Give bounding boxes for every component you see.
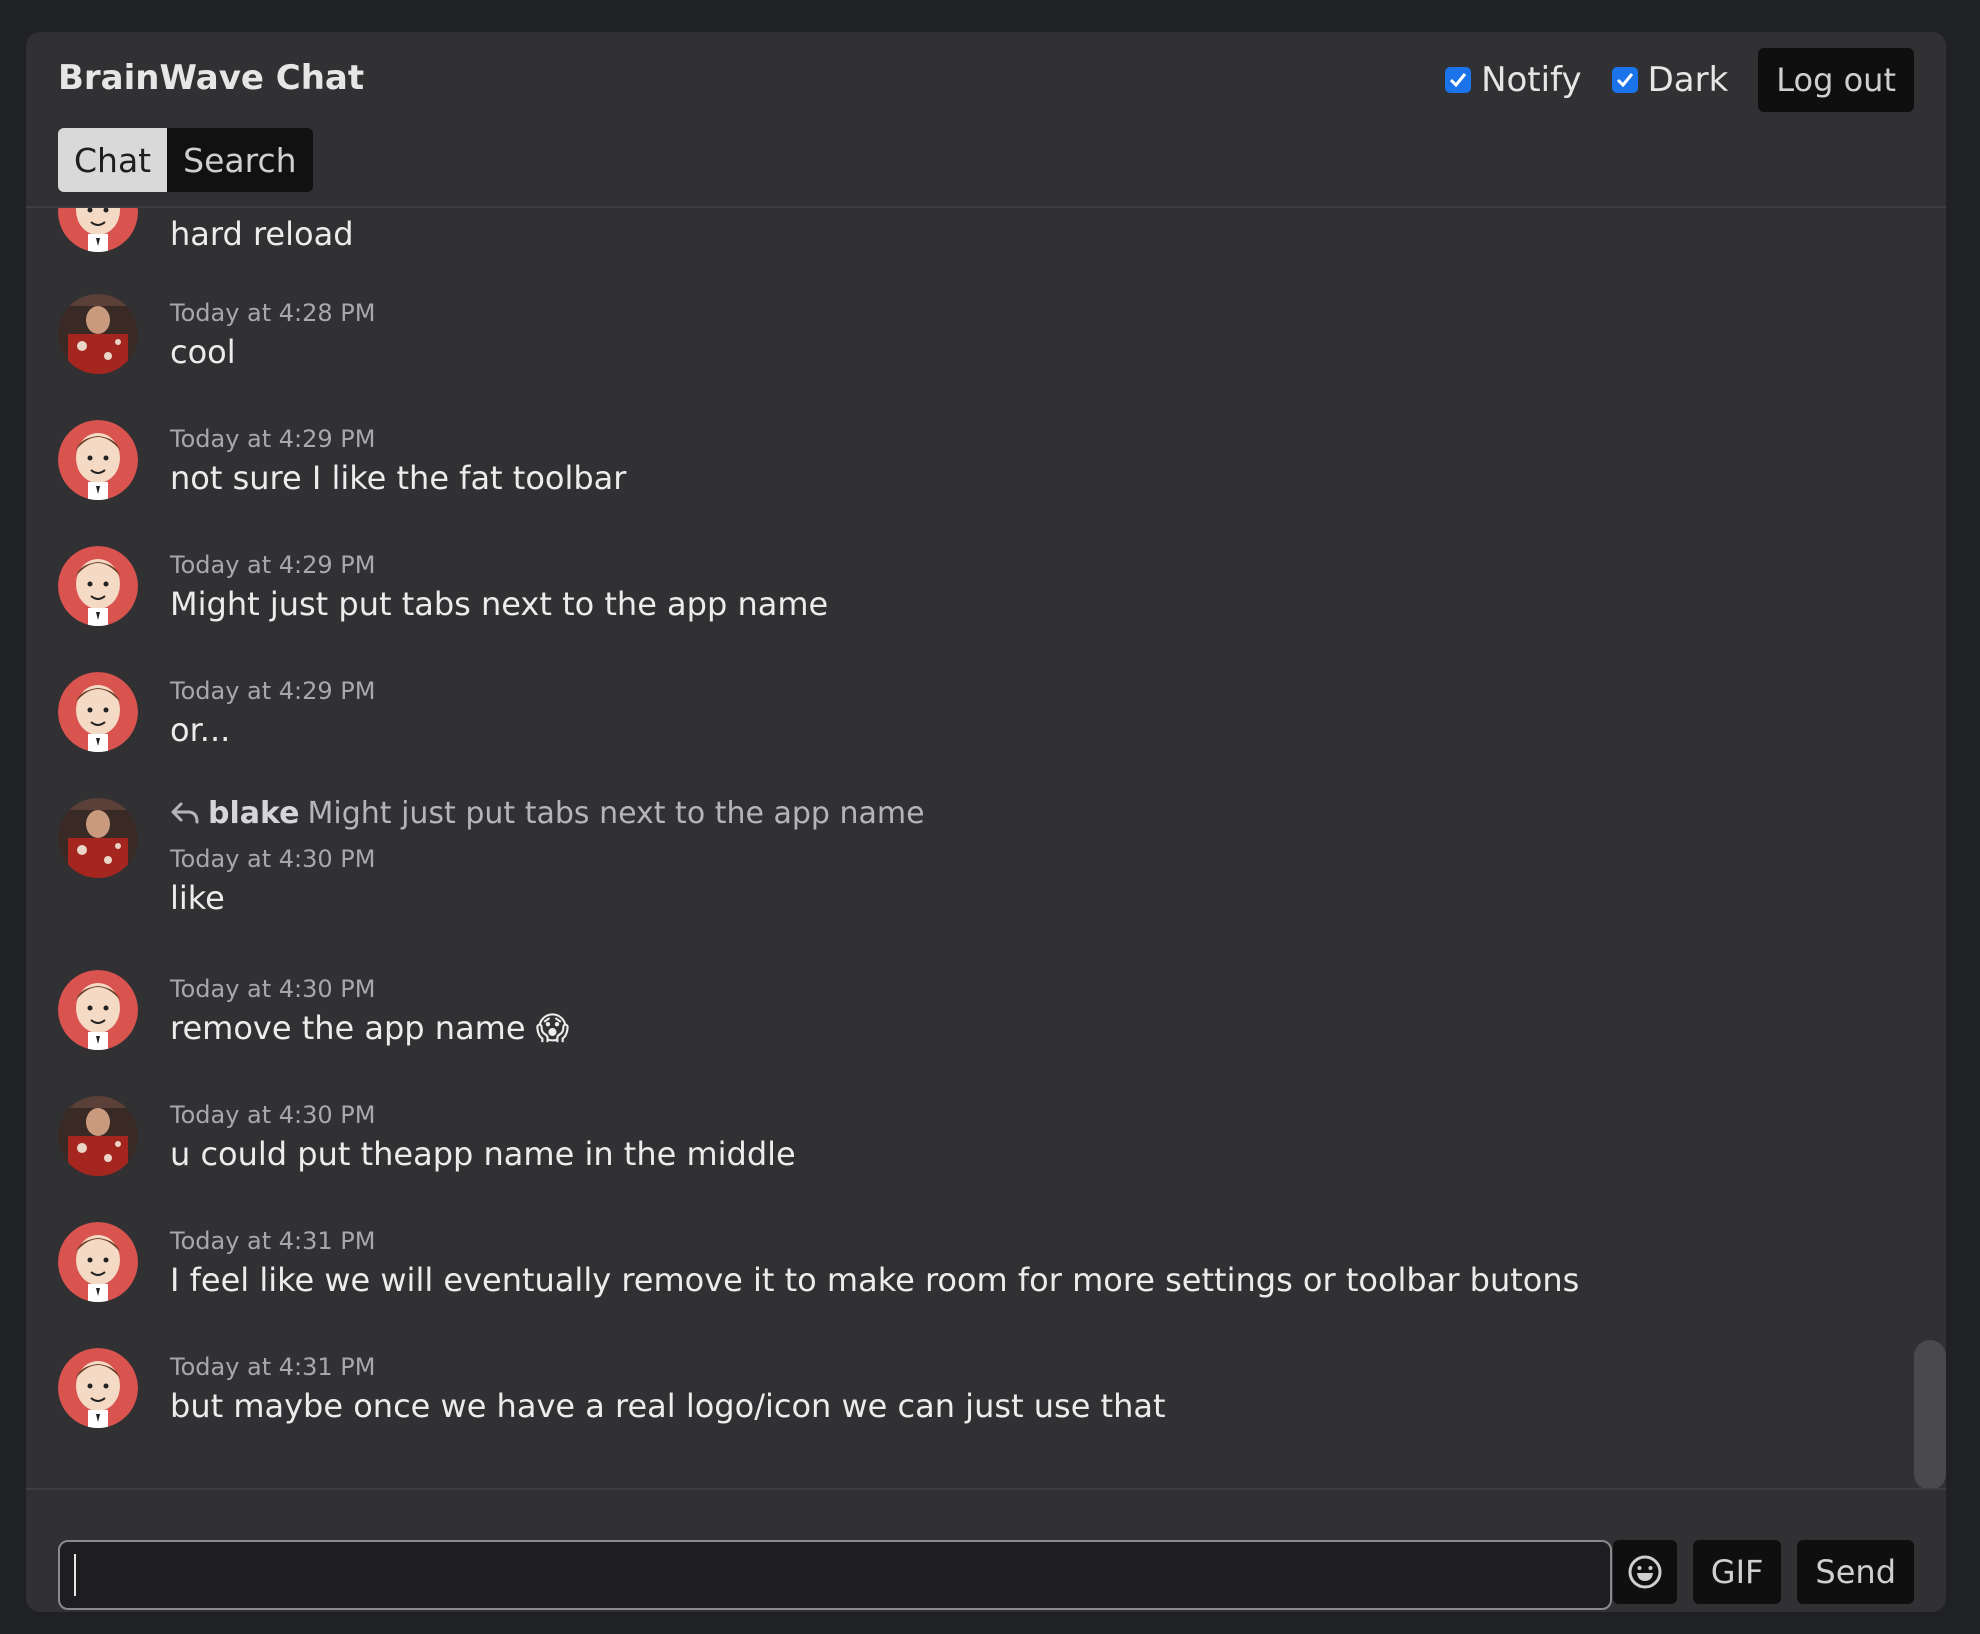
app-header: BrainWave Chat Notify Dark Log out Chat … <box>26 32 1946 208</box>
emoji-button[interactable] <box>1612 1540 1677 1604</box>
checkmark-icon <box>1450 73 1467 88</box>
text-caret <box>74 1554 76 1596</box>
message-text: cool <box>170 333 236 371</box>
photo-avatar[interactable] <box>58 798 138 878</box>
message-text: but maybe once we have a real logo/icon … <box>170 1387 1166 1425</box>
message-text-content: remove the app name <box>170 1009 526 1047</box>
message-list[interactable]: hard reload Today at 4:28 PM cool Today … <box>26 208 1946 1490</box>
reply-user: blake <box>208 796 300 831</box>
tab-search[interactable]: Search <box>167 128 313 192</box>
message-timestamp: Today at 4:29 PM <box>170 425 376 453</box>
smiley-icon <box>1628 1555 1662 1589</box>
message-scrollbar[interactable] <box>1914 1340 1946 1488</box>
cartoon-avatar[interactable] <box>58 1222 138 1302</box>
cartoon-avatar[interactable] <box>58 970 138 1050</box>
photo-avatar[interactable] <box>58 1096 138 1176</box>
message-timestamp: Today at 4:28 PM <box>170 299 376 327</box>
notify-toggle[interactable]: Notify <box>1445 60 1582 100</box>
cartoon-avatar[interactable] <box>58 420 138 500</box>
message-timestamp: Today at 4:29 PM <box>170 677 376 705</box>
dark-label: Dark <box>1647 60 1729 100</box>
dark-checkbox[interactable] <box>1611 67 1638 93</box>
dark-toggle[interactable]: Dark <box>1611 60 1729 100</box>
message-text: hard reload <box>170 215 354 253</box>
notify-checkbox[interactable] <box>1445 67 1472 93</box>
message-timestamp: Today at 4:31 PM <box>170 1353 376 1381</box>
message-timestamp: Today at 4:29 PM <box>170 551 376 579</box>
cartoon-avatar[interactable] <box>58 208 138 252</box>
message-text: like <box>170 879 225 917</box>
send-button[interactable]: Send <box>1797 1540 1914 1604</box>
message-text: I feel like we will eventually remove it… <box>170 1261 1580 1299</box>
chat-window: BrainWave Chat Notify Dark Log out Chat … <box>26 32 1946 1612</box>
message-input[interactable] <box>58 1540 1612 1610</box>
cartoon-avatar[interactable] <box>58 546 138 626</box>
logout-button[interactable]: Log out <box>1758 48 1914 112</box>
reply-icon <box>171 802 199 824</box>
checkmark-icon <box>1616 73 1633 88</box>
tab-bar: Chat Search <box>58 128 313 192</box>
message-text: remove the app name 😱 <box>170 1006 569 1050</box>
reply-text: Might just put tabs next to the app name <box>307 796 925 831</box>
message-text: not sure I like the fat toolbar <box>170 459 627 497</box>
cartoon-avatar[interactable] <box>58 672 138 752</box>
message-timestamp: Today at 4:31 PM <box>170 1227 376 1255</box>
cartoon-avatar[interactable] <box>58 1348 138 1428</box>
composer-buttons: GIF Send <box>1612 1540 1914 1604</box>
app-title: BrainWave Chat <box>58 58 365 98</box>
header-controls: Notify Dark Log out <box>1445 48 1914 112</box>
tab-chat[interactable]: Chat <box>58 128 168 192</box>
message-timestamp: Today at 4:30 PM <box>170 975 376 1003</box>
reply-reference[interactable]: blake Might just put tabs next to the ap… <box>170 792 925 836</box>
gif-button[interactable]: GIF <box>1692 1540 1782 1604</box>
message-text: Might just put tabs next to the app name <box>170 585 829 623</box>
message-text: u could put theapp name in the middle <box>170 1135 796 1173</box>
scream-emoji-icon: 😱 <box>535 1009 570 1047</box>
photo-avatar[interactable] <box>58 294 138 374</box>
message-text: or... <box>170 711 231 749</box>
message-timestamp: Today at 4:30 PM <box>170 845 376 873</box>
message-timestamp: Today at 4:30 PM <box>170 1101 376 1129</box>
message-composer: GIF Send <box>26 1490 1946 1612</box>
notify-label: Notify <box>1481 60 1582 100</box>
